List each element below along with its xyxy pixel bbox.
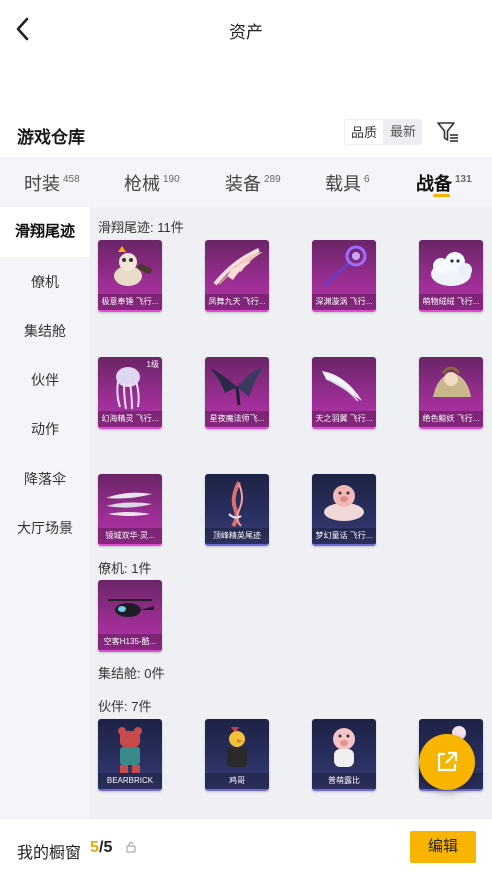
item-card[interactable]: 梦幻童话 飞行... bbox=[312, 474, 376, 546]
item-card[interactable]: 绝色鲸妖 飞行... bbox=[419, 357, 483, 429]
item-name: 天之羽翼 飞行... bbox=[312, 411, 376, 427]
whale-spirit-icon bbox=[433, 366, 471, 397]
sidebar-item-emote[interactable]: 动作 bbox=[0, 404, 90, 454]
tab-label: 时装 bbox=[24, 174, 60, 194]
phoenix-feather-icon bbox=[213, 248, 263, 286]
sidebar-item-lobby-scene[interactable]: 大厅场景 bbox=[0, 503, 90, 553]
tab-equipment[interactable]: 装备 289 bbox=[225, 170, 281, 196]
item-name: 空客H135-酷... bbox=[98, 634, 162, 650]
section-partner: 伙伴: 7件 bbox=[98, 699, 152, 714]
white-wing-icon bbox=[322, 371, 362, 402]
tab-count: 458 bbox=[63, 174, 80, 185]
share-external-icon bbox=[437, 751, 458, 772]
filter-icon bbox=[437, 122, 458, 142]
item-card[interactable]: 凤舞九天 飞行... bbox=[205, 240, 269, 312]
sidebar-item-partner[interactable]: 伙伴 bbox=[0, 355, 90, 405]
item-name: 普萌露比 bbox=[312, 773, 376, 789]
item-name: 顶峰精英尾迹 bbox=[205, 528, 269, 544]
showcase-count-total: /5 bbox=[99, 839, 113, 856]
lock-icon bbox=[126, 842, 136, 853]
bearbrick-icon bbox=[118, 727, 142, 773]
showcase-label: 我的橱窗 bbox=[17, 845, 82, 862]
pig-float-icon bbox=[324, 485, 364, 521]
tab-label: 载具 bbox=[325, 174, 361, 194]
top-bar: 资产 bbox=[0, 0, 492, 58]
share-button[interactable] bbox=[419, 734, 475, 790]
item-card[interactable]: 深渊漩涡 飞行... bbox=[312, 240, 376, 312]
item-card[interactable]: 1级 幻海精灵 飞行... bbox=[98, 357, 162, 429]
sidebar-item-pod[interactable]: 集结舱 bbox=[0, 306, 90, 356]
tab-count: 289 bbox=[264, 174, 281, 185]
sort-toggle: 品质 最新 bbox=[344, 119, 423, 145]
sidebar-item-parachute[interactable]: 降落伞 bbox=[0, 454, 90, 504]
tab-fashion[interactable]: 时装 458 bbox=[24, 170, 80, 196]
tab-guns[interactable]: 枪械 190 bbox=[124, 170, 180, 196]
fluffy-cloud-icon bbox=[431, 252, 472, 286]
item-card[interactable]: 天之羽翼 飞行... bbox=[312, 357, 376, 429]
item-card[interactable]: 萌物绒绒 飞行... bbox=[419, 240, 483, 312]
item-name: 梦幻童话 飞行... bbox=[312, 528, 376, 544]
item-card[interactable]: 极意奉锤 飞行... bbox=[98, 240, 162, 312]
vortex-staff-icon bbox=[322, 245, 367, 288]
tab-label: 战备 bbox=[416, 174, 452, 194]
tab-combat-gear[interactable]: 战备 131 bbox=[416, 170, 472, 196]
page-title: 资产 bbox=[229, 23, 263, 42]
tab-count: 131 bbox=[455, 174, 472, 185]
tab-count: 6 bbox=[364, 174, 370, 185]
hammer-creature-icon bbox=[114, 246, 152, 286]
tab-label: 装备 bbox=[225, 174, 261, 194]
section-glide-trail: 滑翔尾迹: 11件 bbox=[98, 220, 184, 235]
section-pod: 集结舱: 0件 bbox=[98, 666, 165, 681]
item-name: 深渊漩涡 飞行... bbox=[312, 294, 376, 310]
pink-pig-icon bbox=[333, 728, 355, 767]
dark-wings-icon bbox=[211, 367, 263, 406]
active-tab-indicator bbox=[433, 194, 450, 197]
item-name: 镜城双华·灵... bbox=[98, 528, 162, 544]
item-card[interactable]: 顶峰精英尾迹 bbox=[205, 474, 269, 546]
item-card[interactable]: 普萌露比 bbox=[312, 719, 376, 791]
flame-trail-icon bbox=[228, 481, 243, 528]
item-name: 鸡哥 bbox=[205, 773, 269, 789]
item-name: 幻海精灵 飞行... bbox=[98, 411, 162, 427]
item-card[interactable]: 空客H135-酷... bbox=[98, 580, 162, 652]
sort-newest[interactable]: 最新 bbox=[384, 119, 423, 145]
item-name: BEARBRICK bbox=[98, 773, 162, 789]
filter-button[interactable] bbox=[436, 120, 460, 144]
section-wingman: 僚机: 1件 bbox=[98, 561, 152, 576]
item-card[interactable]: BEARBRICK bbox=[98, 719, 162, 791]
item-name: 极意奉锤 飞行... bbox=[98, 294, 162, 310]
showcase-bar: 我的橱窗 5 /5 编辑 bbox=[0, 819, 492, 876]
warehouse-header: 游戏仓库 品质 最新 bbox=[0, 116, 492, 152]
tab-vehicles[interactable]: 载具 6 bbox=[325, 170, 370, 196]
item-level: 1级 bbox=[146, 360, 159, 369]
sidebar: 滑翔尾迹 僚机 集结舱 伙伴 动作 降落伞 大厅场景 bbox=[0, 207, 90, 819]
helicopter-icon bbox=[108, 599, 154, 617]
warehouse-title: 游戏仓库 bbox=[17, 128, 85, 147]
item-name: 凤舞九天 飞行... bbox=[205, 294, 269, 310]
tab-label: 枪械 bbox=[124, 174, 160, 194]
item-name: 萌物绒绒 飞行... bbox=[419, 294, 483, 310]
item-card[interactable]: 星夜魔法师飞... bbox=[205, 357, 269, 429]
chicken-icon bbox=[227, 727, 247, 767]
assets-page: 资产 游戏仓库 品质 最新 时装 458 枪械 190 装备 289 载具 6 战备 13… bbox=[0, 0, 492, 876]
tab-count: 190 bbox=[163, 174, 180, 185]
item-card[interactable]: 镜城双华·灵... bbox=[98, 474, 162, 546]
sidebar-item-glide-trail[interactable]: 滑翔尾迹 bbox=[0, 207, 90, 257]
item-card[interactable]: 鸡哥 bbox=[205, 719, 269, 791]
showcase-count-current: 5 bbox=[90, 839, 99, 856]
item-grid: 滑翔尾迹: 11件 极意奉锤 飞行... 凤舞九天 飞行... 深渊漩涡 飞行.… bbox=[90, 207, 492, 819]
category-tabs: 时装 458 枪械 190 装备 289 载具 6 战备 131 bbox=[0, 157, 492, 207]
sort-quality[interactable]: 品质 bbox=[344, 119, 385, 145]
sidebar-item-wingman[interactable]: 僚机 bbox=[0, 257, 90, 307]
edit-button[interactable]: 编辑 bbox=[410, 831, 476, 863]
item-name: 绝色鲸妖 飞行... bbox=[419, 411, 483, 427]
item-name: 星夜魔法师飞... bbox=[205, 411, 269, 427]
blade-feathers-icon bbox=[106, 492, 152, 516]
